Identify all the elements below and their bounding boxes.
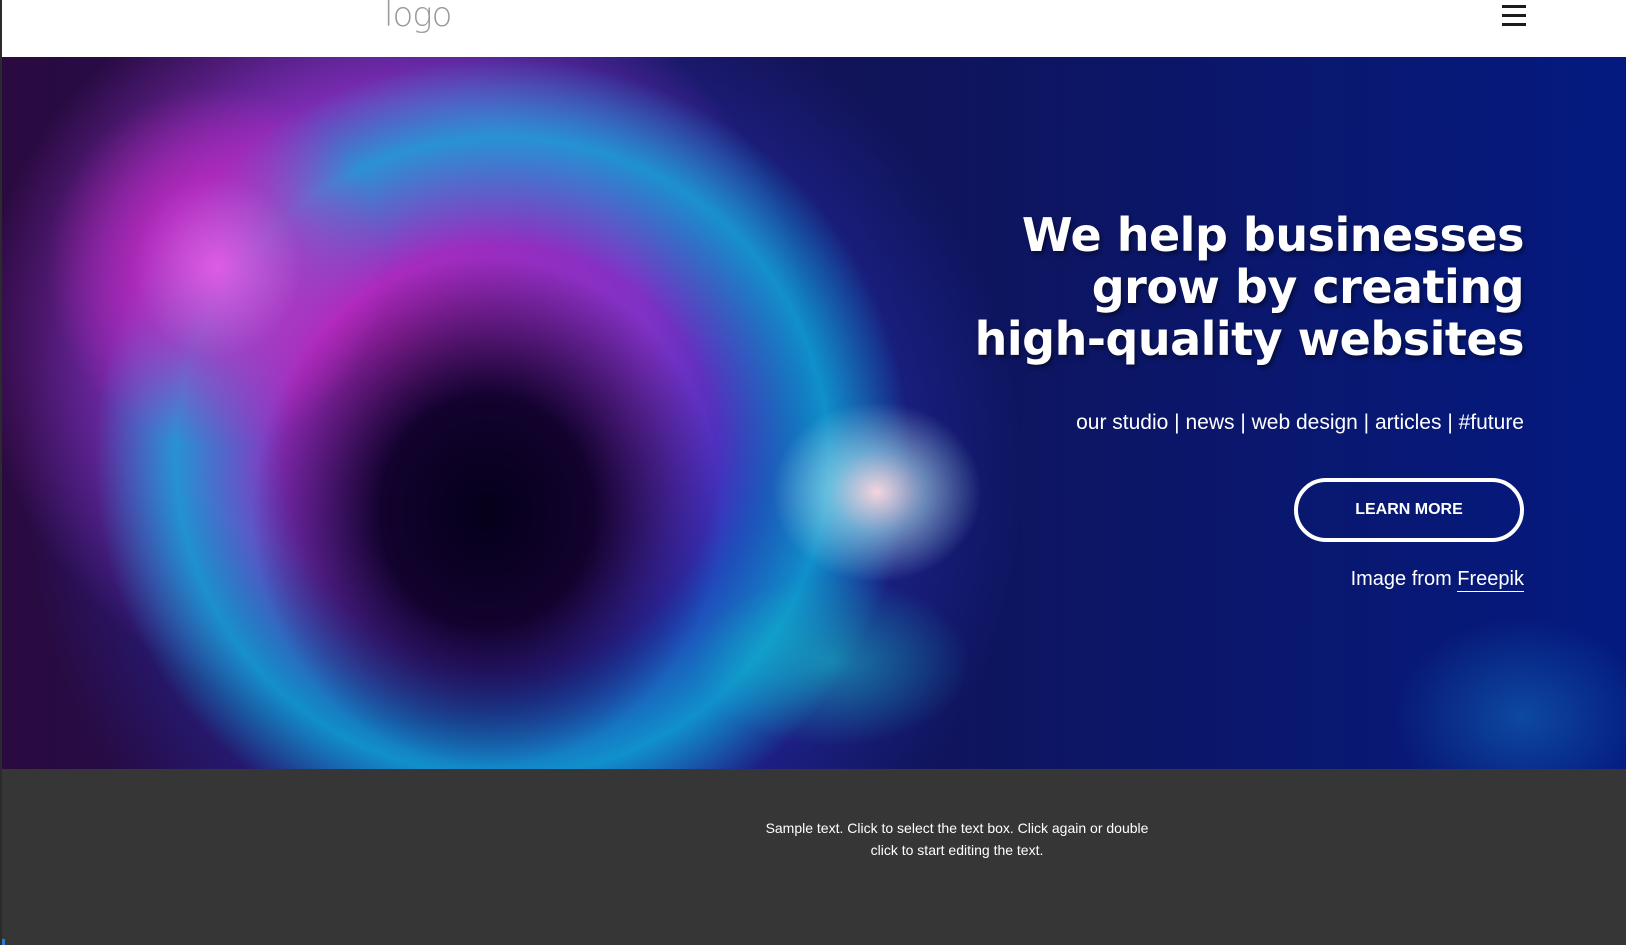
hero-section: We help businesses grow by creating high… bbox=[2, 57, 1626, 769]
freepik-link[interactable]: Freepik bbox=[1457, 568, 1524, 592]
hero-background-glow-corner bbox=[1392, 617, 1626, 769]
hero-tagline: our studio | news | web design | article… bbox=[1076, 411, 1524, 434]
site-header: logo bbox=[2, 0, 1626, 57]
hero-headline-line1: We help businesses bbox=[1021, 208, 1525, 262]
hero-headline: We help businesses grow by creating high… bbox=[904, 208, 1525, 366]
learn-more-button[interactable]: LEARN MORE bbox=[1294, 478, 1524, 542]
logo[interactable]: logo bbox=[384, 0, 452, 32]
image-credit: Image from Freepik bbox=[904, 566, 1524, 592]
hero-headline-line2: grow by creating bbox=[1091, 260, 1525, 314]
menu-bar-middle bbox=[1502, 14, 1526, 17]
menu-bar-top bbox=[1502, 5, 1526, 8]
hamburger-menu-icon[interactable] bbox=[1502, 5, 1526, 27]
image-credit-prefix: Image from bbox=[1350, 568, 1458, 590]
menu-bar-bottom bbox=[1502, 23, 1526, 26]
scroll-indicator bbox=[2, 939, 5, 945]
footer-sample-text[interactable]: Sample text. Click to select the text bo… bbox=[752, 817, 1162, 861]
hero-background-glow bbox=[692, 577, 972, 747]
footer-section: Sample text. Click to select the text bo… bbox=[2, 769, 1626, 945]
hero-content: We help businesses grow by creating high… bbox=[904, 208, 1525, 592]
hero-headline-line3: high-quality websites bbox=[974, 312, 1525, 366]
page: logo We help businesses grow by creating… bbox=[0, 0, 1626, 945]
